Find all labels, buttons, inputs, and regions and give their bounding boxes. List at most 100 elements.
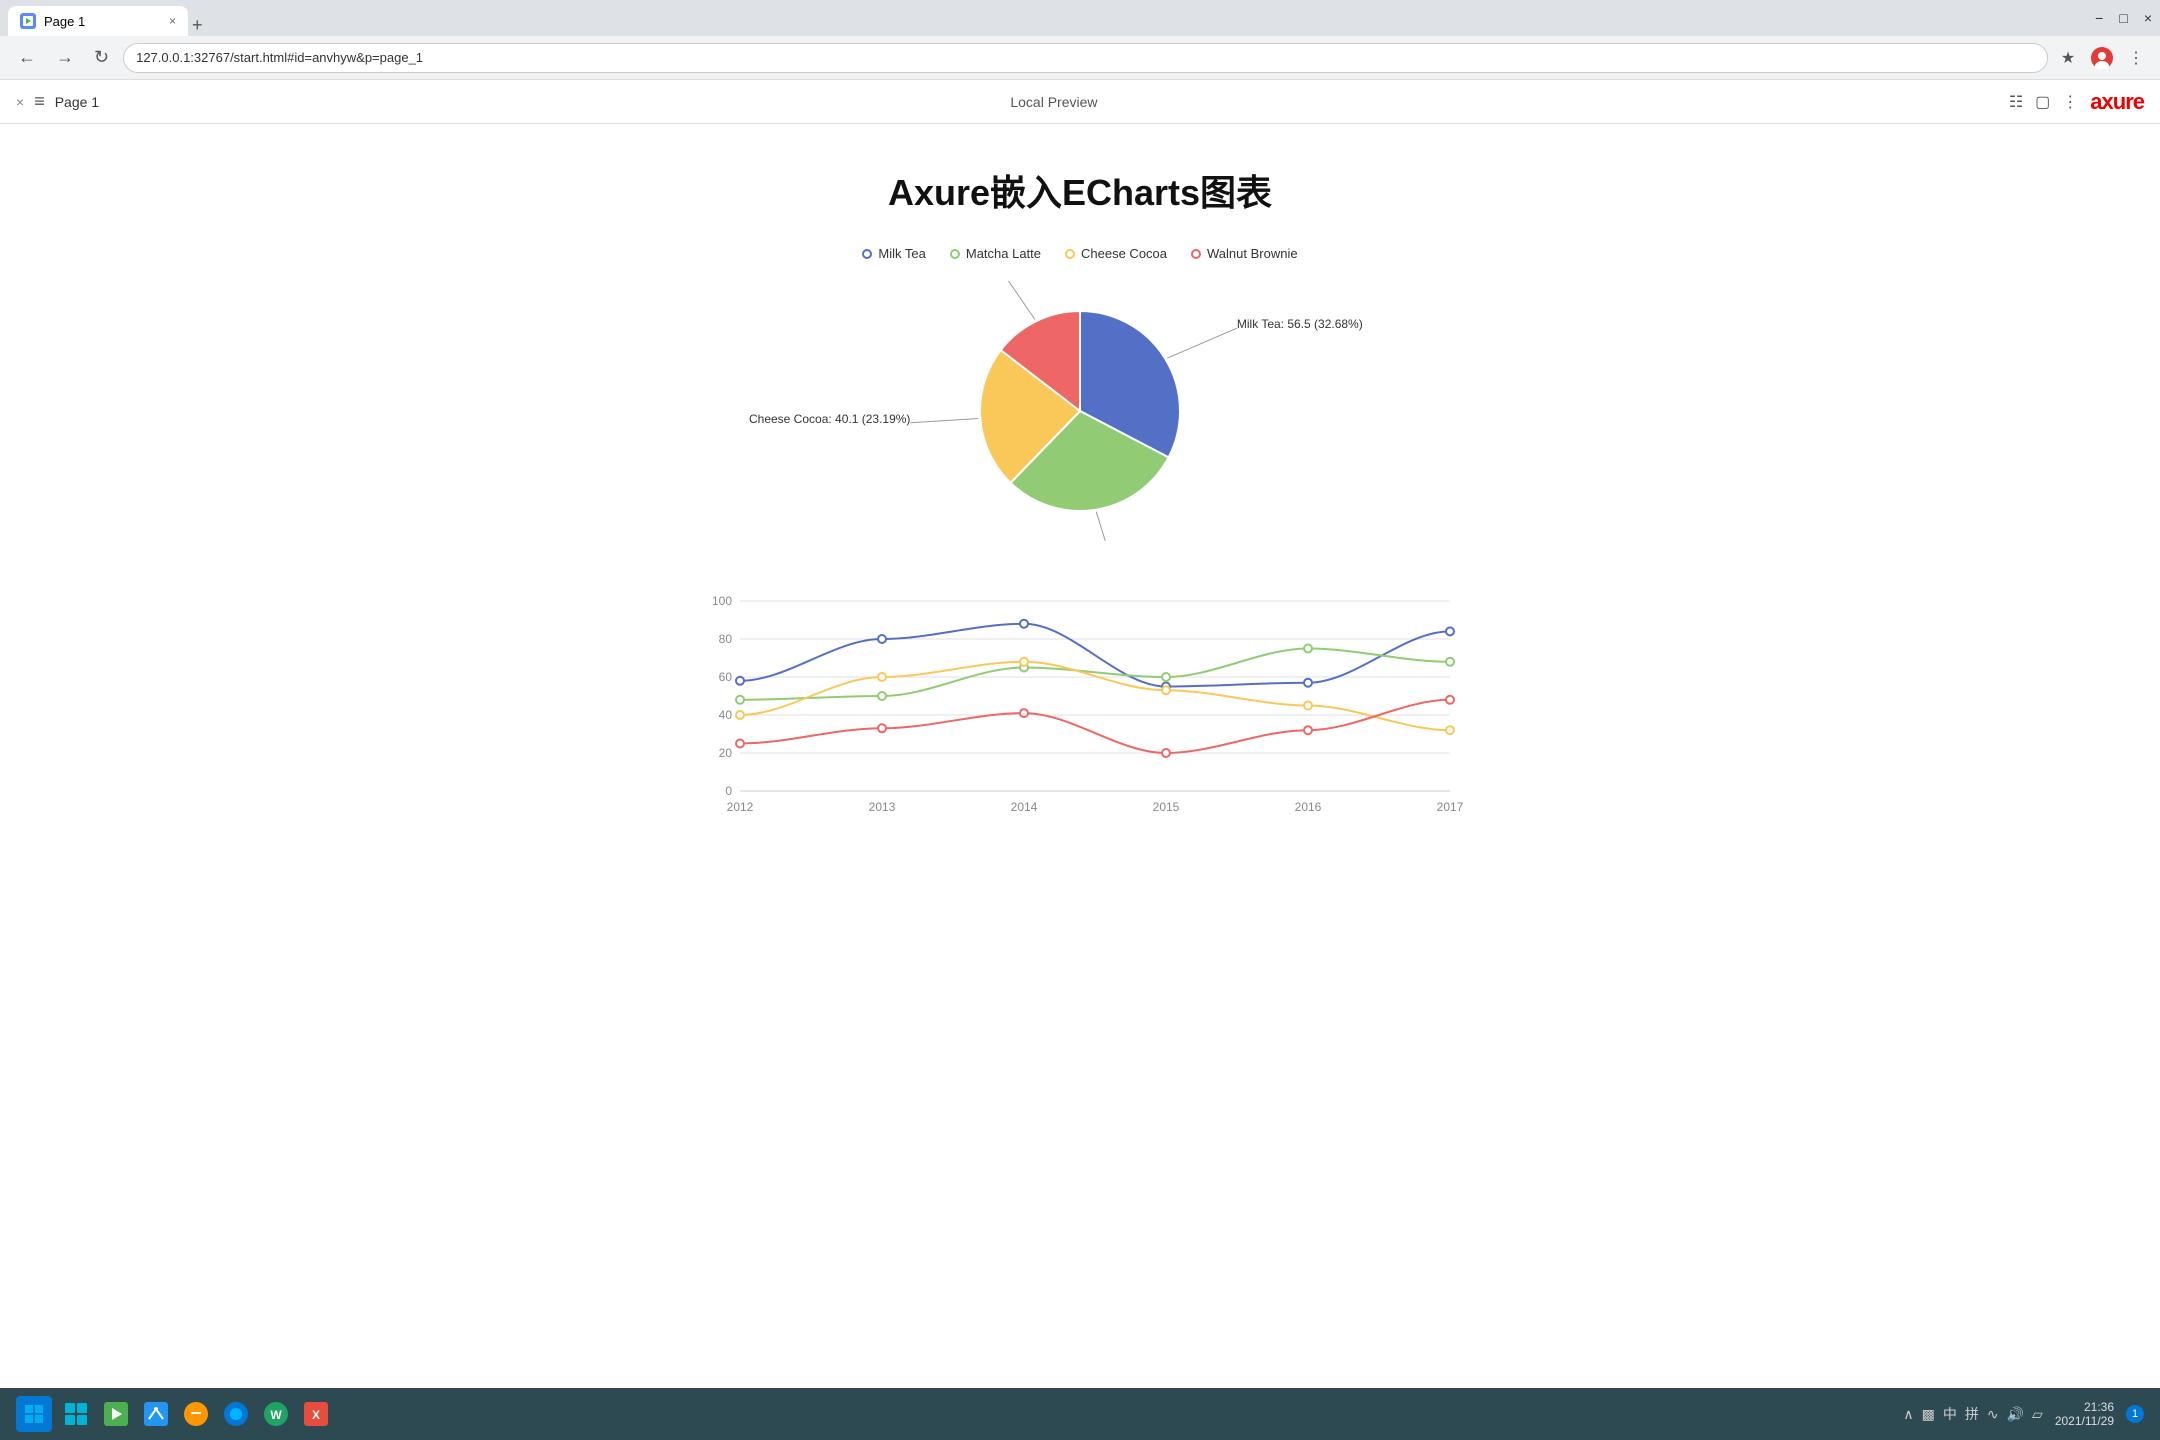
taskbar-app-1[interactable] — [60, 1398, 92, 1430]
more-options-icon[interactable]: ⋮ — [2124, 46, 2148, 70]
toolbar-menu-icon[interactable]: ≡ — [34, 91, 45, 112]
notification-badge[interactable]: 1 — [2126, 1405, 2144, 1423]
toolbar-close-icon[interactable]: × — [16, 94, 24, 110]
minimize-button[interactable]: − — [2095, 10, 2103, 26]
x-axis-label: 2016 — [1295, 800, 1322, 814]
y-axis-label: 0 — [725, 784, 732, 798]
maximize-button[interactable]: □ — [2119, 10, 2127, 26]
y-axis-label: 80 — [719, 632, 733, 646]
pie-label-line — [1167, 328, 1237, 358]
nav-bar: ← → ↻ 127.0.0.1:32767/start.html#id=anvh… — [0, 36, 2160, 80]
legend-dot — [1191, 249, 1201, 259]
y-axis-label: 60 — [719, 670, 733, 684]
clock: 21:36 2021/11/29 — [2055, 1400, 2114, 1428]
toolbar-right: ☷ ▢ ⋮ axure — [2009, 89, 2144, 115]
forward-button[interactable]: → — [50, 43, 80, 72]
new-tab-button[interactable]: + — [192, 15, 203, 36]
line-chart-container: 020406080100201220132014201520162017 — [690, 581, 1470, 846]
page-title: Axure嵌入ECharts图表 — [60, 164, 2100, 216]
redlines-icon[interactable]: ▢ — [2035, 92, 2050, 112]
line-point — [1020, 709, 1028, 717]
line-point — [1304, 726, 1312, 734]
y-axis-label: 40 — [719, 708, 733, 722]
line-point — [736, 677, 744, 685]
x-axis-label: 2017 — [1437, 800, 1464, 814]
pie-label-line — [999, 281, 1035, 320]
tray-battery[interactable]: ▱ — [2032, 1406, 2043, 1423]
line-point — [1446, 627, 1454, 635]
line-point — [878, 724, 886, 732]
date-display: 2021/11/29 — [2055, 1414, 2114, 1428]
taskbar-app-5[interactable] — [220, 1398, 252, 1430]
legend-label: Milk Tea — [878, 246, 925, 261]
y-axis-label: 20 — [719, 746, 733, 760]
line-point — [1162, 749, 1170, 757]
x-axis-label: 2015 — [1153, 800, 1180, 814]
tray-lang-zh[interactable]: 中 — [1943, 1404, 1957, 1424]
tray-volume[interactable]: 🔊 — [2007, 1406, 2024, 1423]
line-point — [1304, 679, 1312, 687]
nav-actions: ★ ⋮ — [2056, 46, 2148, 70]
y-axis-label: 100 — [712, 594, 732, 608]
legend-dot — [862, 249, 872, 259]
legend-label: Matcha Latte — [966, 246, 1041, 261]
tray-lang-pin[interactable]: 拼 — [1965, 1404, 1979, 1424]
taskbar-app-3[interactable] — [140, 1398, 172, 1430]
time-display: 21:36 — [2084, 1400, 2114, 1414]
taskbar-app-6[interactable]: W — [260, 1398, 292, 1430]
legend-item: Cheese Cocoa — [1065, 246, 1167, 261]
chart-legend: Milk Tea Matcha Latte Cheese Cocoa Walnu… — [862, 246, 1297, 261]
tab-title: Page 1 — [44, 14, 85, 29]
tray-wifi[interactable]: ∿ — [1987, 1406, 1999, 1423]
axure-toolbar: × ≡ Page 1 Local Preview ☷ ▢ ⋮ axure — [0, 80, 2160, 124]
browser-close-button[interactable]: × — [2144, 10, 2152, 26]
browser-wrapper: Page 1 × + − □ × ← → ↻ 127.0.0.1:32767/s… — [0, 0, 2160, 1440]
line-series — [740, 700, 1450, 753]
line-point — [1020, 620, 1028, 628]
line-point — [736, 696, 744, 704]
axure-logo: axure — [2090, 89, 2144, 115]
line-point — [1304, 645, 1312, 653]
taskbar-app-2[interactable] — [100, 1398, 132, 1430]
legend-dot — [950, 249, 960, 259]
extensions-icon[interactable]: ★ — [2056, 46, 2080, 70]
pie-label: Cheese Cocoa: 40.1 (23.19%) — [749, 412, 910, 426]
line-point — [878, 673, 886, 681]
taskbar-icons: W X — [60, 1398, 332, 1430]
line-point — [1304, 702, 1312, 710]
tab-favicon — [20, 13, 36, 29]
taskbar-app-7[interactable]: X — [300, 1398, 332, 1430]
line-point — [1162, 686, 1170, 694]
notes-icon[interactable]: ☷ — [2009, 92, 2023, 112]
title-bar-controls: − □ × — [2095, 10, 2152, 26]
profile-icon[interactable] — [2090, 46, 2114, 70]
svg-text:X: X — [312, 1408, 320, 1422]
system-tray: ∧ ▩ 中 拼 ∿ 🔊 ▱ — [1903, 1404, 2042, 1424]
x-axis-label: 2014 — [1011, 800, 1038, 814]
tray-arrow[interactable]: ∧ — [1903, 1406, 1913, 1423]
more-icon[interactable]: ⋮ — [2062, 92, 2078, 112]
tab-close-button[interactable]: × — [169, 14, 176, 28]
legend-label: Cheese Cocoa — [1081, 246, 1167, 261]
taskbar-right: ∧ ▩ 中 拼 ∿ 🔊 ▱ 21:36 2021/11/29 1 — [1903, 1400, 2144, 1428]
taskbar: W X ∧ ▩ 中 拼 ∿ 🔊 ▱ 21:36 2021/11/29 1 — [0, 1388, 2160, 1440]
pie-label-line — [1096, 512, 1117, 541]
taskbar-app-4[interactable] — [180, 1398, 212, 1430]
tray-bar[interactable]: ▩ — [1922, 1406, 1935, 1423]
back-button[interactable]: ← — [12, 43, 42, 72]
address-bar[interactable]: 127.0.0.1:32767/start.html#id=anvhyw&p=p… — [123, 43, 2048, 73]
legend-item: Milk Tea — [862, 246, 925, 261]
pie-chart-container: Milk Tea: 56.5 (32.68%)Matcha Latte: 51.… — [730, 281, 1430, 541]
start-button[interactable] — [16, 1396, 52, 1432]
toolbar-page-title: Page 1 — [55, 94, 99, 110]
legend-item: Matcha Latte — [950, 246, 1041, 261]
line-point — [1446, 726, 1454, 734]
x-axis-label: 2013 — [869, 800, 896, 814]
refresh-button[interactable]: ↻ — [88, 43, 115, 72]
line-point — [736, 711, 744, 719]
line-point — [736, 740, 744, 748]
url-text: 127.0.0.1:32767/start.html#id=anvhyw&p=p… — [136, 50, 423, 65]
tab-bar: Page 1 × + — [8, 0, 203, 36]
active-tab[interactable]: Page 1 × — [8, 6, 188, 36]
title-bar: Page 1 × + − □ × — [0, 0, 2160, 36]
